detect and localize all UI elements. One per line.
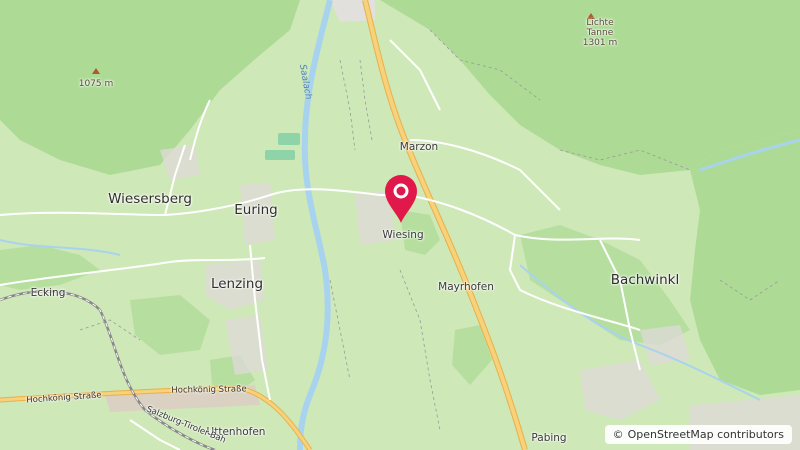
map-base-layer	[0, 0, 800, 450]
map-pin-icon	[385, 175, 417, 223]
peak-label-lichte-tanne: Lichte Tanne 1301 m	[582, 18, 618, 48]
place-label: Bachwinkl	[610, 272, 680, 288]
road-label: Hochkönig Straße	[171, 384, 247, 396]
place-label: Wiesing	[382, 229, 424, 241]
map-canvas[interactable]: Lichte Tanne 1301 m 1075 m Wiesersberg E…	[0, 0, 800, 450]
map-attribution: © OpenStreetMap contributors	[604, 425, 792, 444]
attribution-link[interactable]: OpenStreetMap contributors	[628, 428, 784, 441]
place-label: Mayrhofen	[438, 281, 494, 293]
location-marker[interactable]	[383, 173, 419, 225]
peak-icon	[92, 68, 100, 74]
place-label: Pabing	[531, 432, 567, 444]
place-label: Wiesersberg	[108, 191, 192, 207]
place-label: Lenzing	[210, 276, 264, 292]
place-label: Marzon	[399, 141, 439, 153]
copyright-icon: ©	[612, 428, 624, 441]
peak-label-1075: 1075 m	[78, 79, 114, 89]
place-label: Euring	[234, 202, 278, 218]
place-label: Ecking	[30, 287, 66, 299]
